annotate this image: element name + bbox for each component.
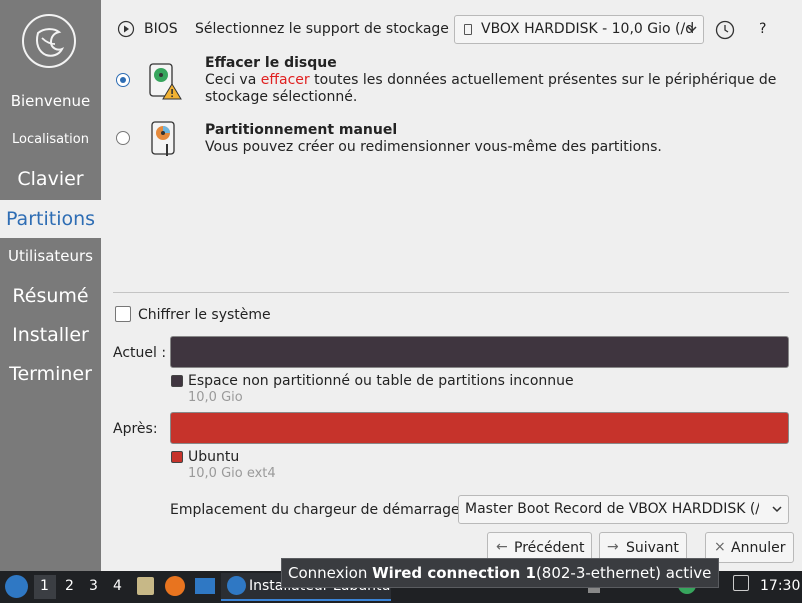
sidebar-item-bienvenue[interactable]: Bienvenue bbox=[0, 92, 101, 112]
chevron-down-icon bbox=[771, 503, 783, 519]
current-label: Actuel : bbox=[113, 345, 167, 361]
bootloader-label: Emplacement du chargeur de démarrage: bbox=[170, 502, 465, 518]
storage-label: Sélectionnez le support de stockage : bbox=[195, 21, 459, 37]
workspace-4[interactable]: 4 bbox=[113, 578, 122, 594]
sidebar-item-partitions[interactable]: Partitions bbox=[0, 200, 101, 238]
sidebar-item-resume[interactable]: Résumé bbox=[0, 285, 101, 309]
storage-select[interactable]: VBOX HARDDISK - 10,0 Gio (/d bbox=[454, 15, 704, 44]
current-legend-size: 10,0 Gio bbox=[188, 390, 243, 405]
start-menu-icon[interactable] bbox=[5, 575, 28, 598]
manual-partition-radio[interactable] bbox=[116, 131, 130, 145]
tooltip-suffix: (802-3-ethernet) active bbox=[535, 564, 712, 582]
file-manager-icon[interactable] bbox=[137, 577, 154, 595]
bootloader-select-value: Master Boot Record de VBOX HARDDISK (/de bbox=[465, 501, 759, 517]
sidebar: Bienvenue Localisation Clavier Partition… bbox=[0, 0, 101, 571]
current-partition-bar bbox=[170, 336, 789, 368]
lubuntu-logo-icon bbox=[22, 14, 76, 68]
manual-partition-description: Vous pouvez créer ou redimensionner vous… bbox=[205, 139, 662, 155]
clock[interactable]: 17:30 bbox=[760, 578, 800, 594]
network-tooltip: Connexion Wired connection 1(802-3-ether… bbox=[281, 558, 719, 588]
terminal-icon[interactable] bbox=[195, 578, 215, 594]
chevron-down-icon bbox=[686, 23, 698, 39]
workspace-3[interactable]: 3 bbox=[89, 578, 98, 594]
erase-disk-radio[interactable] bbox=[116, 73, 130, 87]
erase-desc-suffix: toutes les données actuellement présente… bbox=[309, 72, 777, 88]
close-icon: × bbox=[714, 539, 726, 555]
drive-warning-icon bbox=[148, 62, 184, 104]
bios-icon bbox=[117, 20, 135, 42]
firefox-icon[interactable] bbox=[165, 576, 185, 596]
storage-select-value: VBOX HARDDISK - 10,0 Gio (/d bbox=[481, 21, 695, 37]
workspace-1-label: 1 bbox=[40, 578, 49, 594]
manual-partition-title: Partitionnement manuel bbox=[205, 122, 398, 138]
tooltip-text: Connexion Wired connection 1(802-3-ether… bbox=[288, 564, 711, 582]
after-legend-label: Ubuntu bbox=[188, 449, 240, 465]
sidebar-item-terminer[interactable]: Terminer bbox=[0, 363, 101, 387]
refresh-icon[interactable] bbox=[715, 20, 735, 44]
next-button-label: Suivant bbox=[626, 540, 679, 556]
sidebar-item-utilisateurs[interactable]: Utilisateurs bbox=[0, 247, 101, 267]
bios-label: BIOS bbox=[144, 21, 178, 37]
sidebar-item-clavier[interactable]: Clavier bbox=[0, 168, 101, 192]
erase-desc-highlight: effacer bbox=[260, 72, 310, 88]
drive-manual-icon bbox=[150, 120, 180, 162]
erase-disk-description-line2: stockage sélectionné. bbox=[205, 89, 358, 105]
notification-icon[interactable] bbox=[733, 575, 749, 591]
disk-icon bbox=[464, 24, 472, 35]
help-button[interactable]: ? bbox=[759, 21, 766, 37]
cancel-button-label: Annuler bbox=[731, 540, 786, 556]
arrow-left-icon: ← bbox=[496, 539, 508, 555]
bootloader-select[interactable]: Master Boot Record de VBOX HARDDISK (/de bbox=[458, 495, 789, 524]
erase-desc-prefix: Ceci va bbox=[205, 72, 261, 88]
tooltip-prefix: Connexion bbox=[288, 564, 373, 582]
erase-disk-description: Ceci va effacer toutes les données actue… bbox=[205, 72, 776, 88]
arrow-right-icon: → bbox=[607, 539, 619, 555]
after-label: Après: bbox=[113, 421, 158, 437]
erase-disk-title: Effacer le disque bbox=[205, 55, 337, 71]
after-legend-swatch bbox=[171, 451, 183, 463]
current-legend-swatch bbox=[171, 375, 183, 387]
back-button-label: Précédent bbox=[514, 540, 585, 556]
workspace-2[interactable]: 2 bbox=[65, 578, 74, 594]
current-legend-label: Espace non partitionné ou table de parti… bbox=[188, 373, 574, 389]
separator bbox=[113, 292, 789, 293]
sidebar-item-localisation[interactable]: Localisation bbox=[0, 132, 101, 150]
tooltip-connection-name: Wired connection 1 bbox=[372, 564, 536, 582]
after-partition-bar bbox=[170, 412, 789, 444]
sidebar-item-installer[interactable]: Installer bbox=[0, 324, 101, 348]
encrypt-label: Chiffrer le système bbox=[138, 307, 271, 323]
after-legend-size: 10,0 Gio ext4 bbox=[188, 466, 276, 481]
encrypt-checkbox[interactable] bbox=[115, 306, 131, 322]
installer-icon bbox=[227, 576, 246, 595]
